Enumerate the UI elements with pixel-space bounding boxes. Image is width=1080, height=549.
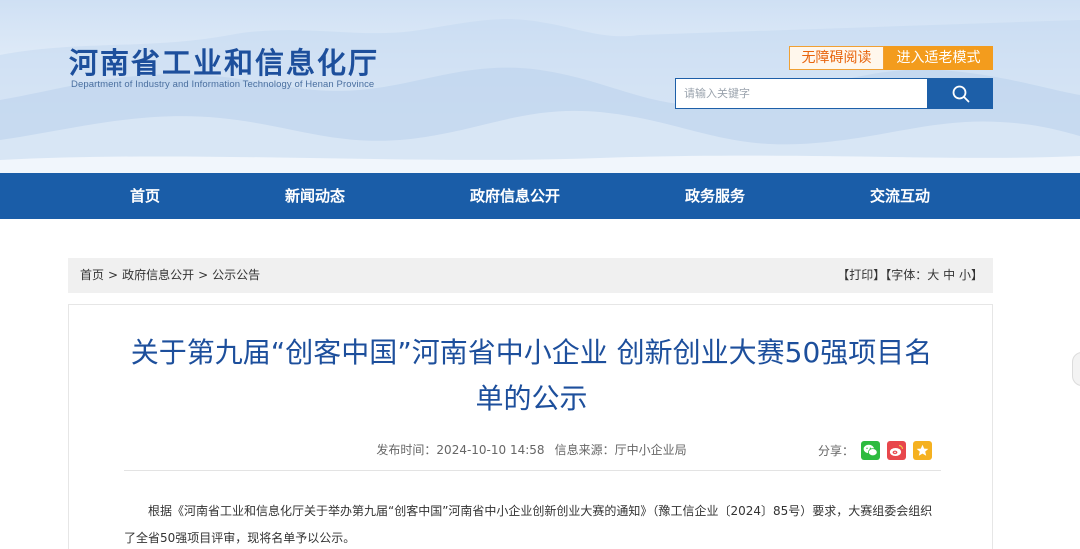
article-container: 关于第九届“创客中国”河南省中小企业 创新创业大赛50强项目名单的公示 发布时间… — [68, 304, 993, 549]
breadcrumb-home[interactable]: 首页 — [80, 268, 104, 282]
print-button[interactable]: 【打印】 — [837, 268, 885, 282]
search-button[interactable] — [928, 78, 993, 109]
article-divider — [124, 470, 941, 471]
search-input[interactable] — [675, 78, 928, 109]
qzone-icon[interactable] — [913, 441, 933, 460]
font-size-prefix: 【字体： — [885, 268, 928, 282]
nav-item-gov-info[interactable]: 政府信息公开 — [455, 173, 575, 219]
font-small-button[interactable]: 小 — [959, 268, 971, 282]
breadcrumb-notices[interactable]: 公示公告 — [212, 268, 260, 282]
breadcrumb-gov-info[interactable]: 政府信息公开 — [122, 268, 194, 282]
header-banner: 河南省工业和信息化厅 Department of Industry and In… — [0, 0, 1080, 173]
main-nav: 首页 新闻动态 政府信息公开 政务服务 交流互动 — [0, 173, 1080, 219]
font-large-button[interactable]: 大 — [927, 268, 939, 282]
article-title: 关于第九届“创客中国”河南省中小企业 创新创业大赛50强项目名单的公示 — [130, 336, 933, 415]
article-tools: 【打印】【字体：大 中 小】 — [837, 258, 983, 293]
breadcrumb-separator: > — [108, 268, 119, 282]
font-size-suffix: 】 — [970, 268, 983, 282]
nav-item-services[interactable]: 政务服务 — [665, 173, 765, 219]
share-label: 分享： — [818, 444, 855, 458]
accessible-reading-button[interactable]: 无障碍阅读 — [789, 46, 884, 70]
publish-time: 发布时间：2024-10-10 14:58 — [376, 443, 545, 457]
breadcrumb-separator: > — [198, 268, 209, 282]
share-bar: 分享： — [818, 441, 933, 460]
elder-mode-button[interactable]: 进入适老模式 — [884, 46, 993, 70]
wechat-icon[interactable] — [861, 441, 881, 460]
site-title: 河南省工业和信息化厅 — [69, 46, 380, 80]
search-icon — [952, 85, 969, 102]
nav-item-home[interactable]: 首页 — [105, 173, 185, 219]
site-subtitle: Department of Industry and Information T… — [71, 79, 375, 90]
breadcrumb-bar: 首页 > 政府信息公开 > 公示公告 【打印】【字体：大 中 小】 — [68, 258, 993, 293]
floating-scroll-handle[interactable] — [1072, 352, 1080, 386]
weibo-icon[interactable] — [887, 441, 907, 460]
nav-item-news[interactable]: 新闻动态 — [265, 173, 365, 219]
info-source: 信息来源：厅中小企业局 — [554, 443, 687, 457]
nav-item-interaction[interactable]: 交流互动 — [850, 173, 950, 219]
font-medium-button[interactable]: 中 — [943, 268, 955, 282]
breadcrumb: 首页 > 政府信息公开 > 公示公告 — [80, 258, 260, 293]
article-body: 根据《河南省工业和信息化厅关于举办第九届“创客中国”河南省中小企业创新创业大赛的… — [124, 504, 933, 545]
